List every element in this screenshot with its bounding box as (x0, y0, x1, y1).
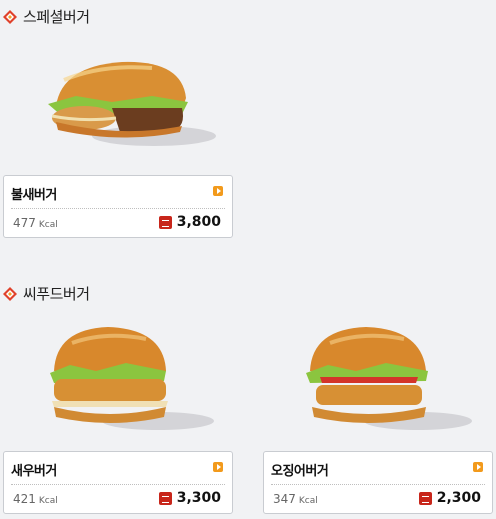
menu-card-squid[interactable]: 오징어버거 347 Kcal 2,300 (263, 451, 493, 514)
burger-image-squid[interactable] (302, 325, 472, 435)
divider (11, 208, 225, 209)
menu-card-shrimp[interactable]: 새우버거 421 Kcal 3,300 (3, 451, 233, 514)
section-title-seafood: 씨푸드버거 (3, 283, 90, 304)
arrow-right-icon[interactable] (213, 462, 223, 472)
price: 2,300 (418, 490, 481, 506)
price: 3,300 (158, 490, 221, 506)
calories: 421 Kcal (13, 492, 58, 506)
menu-name[interactable]: 불새버거 (11, 184, 57, 203)
burger-image-shrimp[interactable] (46, 325, 216, 435)
section-title-special: 스페셜버거 (3, 6, 90, 27)
menu-card-bulsae[interactable]: 불새버거 477 Kcal 3,800 (3, 175, 233, 238)
diamond-icon (3, 286, 17, 301)
price: 3,800 (158, 214, 221, 230)
won-icon (158, 491, 172, 505)
calories: 477 Kcal (13, 216, 58, 230)
won-icon (158, 215, 172, 229)
arrow-right-icon[interactable] (213, 186, 223, 196)
divider (11, 484, 225, 485)
section-title-label: 씨푸드버거 (23, 285, 90, 303)
section-title-label: 스페셜버거 (23, 8, 90, 26)
menu-name[interactable]: 오징어버거 (271, 460, 329, 479)
won-icon (418, 491, 432, 505)
calories: 347 Kcal (273, 492, 318, 506)
burger-image-bulsae[interactable] (42, 58, 218, 150)
menu-name[interactable]: 새우버거 (11, 460, 57, 479)
diamond-icon (3, 9, 17, 24)
divider (271, 484, 485, 485)
arrow-right-icon[interactable] (473, 462, 483, 472)
